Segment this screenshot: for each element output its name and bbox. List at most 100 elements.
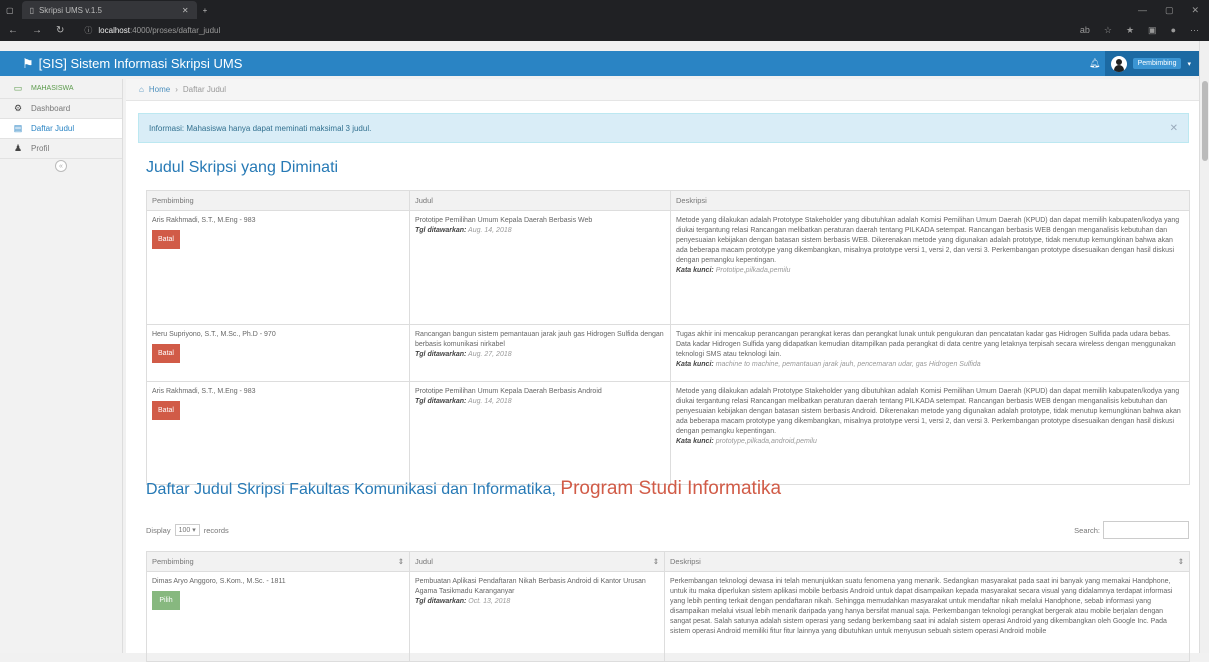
- sidebar-item-label: Daftar Judul: [31, 124, 75, 133]
- diminati-table: Pembimbing Judul Deskripsi Aris Rakhmadi…: [146, 190, 1190, 485]
- close-icon[interactable]: ✕: [1170, 123, 1178, 134]
- brand[interactable]: ⚑ [SIS] Sistem Informasi Skripsi UMS: [22, 56, 242, 72]
- pembimbing-name: Heru Supriyono, S.T., M.Sc., Ph.D - 970: [152, 331, 276, 338]
- records-per-page-select[interactable]: 100 ▾: [174, 524, 200, 536]
- search-label: Search:: [1074, 525, 1100, 535]
- navbar-right: 🔔︎ Pembimbing ▾: [1085, 51, 1199, 76]
- date-label: Tgl ditawarkan:: [415, 351, 467, 358]
- deskripsi-text: Perkembangan teknologi dewasa ini telah …: [670, 578, 1173, 635]
- keyword-label: Kata kunci:: [676, 438, 714, 445]
- date-label: Tgl ditawarkan:: [415, 598, 467, 605]
- minimize-icon[interactable]: —: [1138, 5, 1147, 16]
- deskripsi-text: Metode yang dilakukan adalah Prototype S…: [676, 217, 1180, 264]
- user-icon: ♟: [13, 143, 23, 153]
- column-header: Deskripsi: [670, 190, 1190, 211]
- column-header-deskripsi[interactable]: Deskripsi ⇕: [664, 551, 1190, 572]
- info-alert: Informasi: Mahasiswa hanya dapat meminat…: [138, 113, 1189, 143]
- batal-button[interactable]: Batal: [152, 401, 180, 420]
- column-header-label: Pembimbing: [152, 557, 194, 566]
- search-input[interactable]: [1103, 521, 1189, 539]
- sort-icon[interactable]: ⇕: [1178, 557, 1184, 566]
- read-aloud-icon[interactable]: ab: [1080, 25, 1090, 36]
- judul-text: Prototipe Pemilihan Umum Kepala Daerah B…: [415, 388, 602, 395]
- table-row: Heru Supriyono, S.T., M.Sc., Ph.D - 970 B…: [146, 324, 1190, 382]
- page-scrollbar[interactable]: [1199, 41, 1209, 653]
- profile-icon[interactable]: ●: [1171, 25, 1176, 36]
- forward-icon[interactable]: →: [32, 25, 42, 36]
- cell-deskripsi: Metode yang dilakukan adalah Prototype S…: [670, 381, 1190, 485]
- back-icon[interactable]: ←: [8, 25, 18, 36]
- keyword-label: Kata kunci:: [676, 361, 714, 368]
- sidebar-item-label: Dashboard: [31, 104, 71, 113]
- reload-icon[interactable]: ↻: [56, 25, 64, 36]
- sidebar-section-label: MAHASISWA: [31, 85, 74, 92]
- browser-tabrow: ▢ ▯ Skripsi UMS v.1.5 ✕ + — ▢ ✕: [0, 0, 1209, 20]
- date-value: Aug. 27, 2018: [468, 351, 512, 358]
- sidebar-item-daftar-judul[interactable]: ▤ Daftar Judul: [0, 119, 122, 139]
- table-header-row: Pembimbing ⇕ Judul ⇕ Deskripsi ⇕: [146, 551, 1190, 572]
- main-content: Informasi: Mahasiswa hanya dapat meminat…: [126, 101, 1199, 662]
- cell-deskripsi: Tugas akhir ini mencakup perancangan per…: [670, 324, 1190, 382]
- address-row: ← → ↻ ⓘ localhost:4000/proses/daftar_jud…: [0, 20, 1209, 41]
- app-navbar: ⚑ [SIS] Sistem Informasi Skripsi UMS 🔔︎ …: [0, 51, 1199, 76]
- sidebar-item-profil[interactable]: ♟ Profil: [0, 139, 122, 159]
- section-title-diminati: Judul Skripsi yang Diminati: [146, 159, 339, 176]
- sort-icon[interactable]: ⇕: [653, 557, 659, 566]
- program-studi-title: Program Studi Informatika: [560, 478, 782, 499]
- tab-strip-icon[interactable]: ▢: [6, 6, 14, 15]
- cell-judul: Pembuatan Aplikasi Pendaftaran Nikah Ber…: [409, 571, 665, 662]
- address-bar[interactable]: ⓘ localhost:4000/proses/daftar_judul: [84, 25, 220, 36]
- info-icon[interactable]: ⓘ: [84, 25, 92, 36]
- cell-pembimbing: Aris Rakhmadi, S.T., M.Eng - 983 Batal: [146, 381, 410, 485]
- user-menu[interactable]: Pembimbing ▾: [1104, 51, 1199, 76]
- date-label: Tgl ditawarkan:: [415, 398, 467, 405]
- keyword-value: machine to machine, pemantauan jarak jau…: [715, 361, 981, 368]
- column-header-judul[interactable]: Judul ⇕: [409, 551, 665, 572]
- favorites-icon[interactable]: ★: [1126, 25, 1134, 36]
- sidebar-item-dashboard[interactable]: ⚙ Dashboard: [0, 99, 122, 119]
- date-value: Aug. 14, 2018: [468, 398, 512, 405]
- breadcrumb-home[interactable]: Home: [149, 85, 170, 94]
- url-path: :4000/proses/daftar_judul: [129, 26, 221, 35]
- list-icon: ▤: [13, 123, 23, 133]
- batal-button[interactable]: Batal: [152, 344, 180, 363]
- display-label: Display: [146, 525, 171, 535]
- cell-pembimbing: Aris Rakhmadi, S.T., M.Eng - 983 Batal: [146, 210, 410, 325]
- url-host: localhost: [98, 26, 130, 35]
- column-header-label: Deskripsi: [670, 557, 701, 566]
- sidebar-collapse[interactable]: «: [0, 159, 122, 173]
- page-icon: ▯: [29, 5, 34, 15]
- avatar: [1110, 55, 1127, 72]
- breadcrumb-current: Daftar Judul: [182, 85, 226, 94]
- batal-button[interactable]: Batal: [152, 230, 180, 249]
- collections-icon[interactable]: ▣: [1148, 25, 1157, 36]
- datatable-controls: Display 100 ▾ records Search:: [146, 521, 1189, 539]
- new-tab-icon[interactable]: +: [203, 6, 208, 15]
- pembimbing-name: Aris Rakhmadi, S.T., M.Eng - 983: [152, 217, 256, 224]
- collapse-icon[interactable]: «: [55, 160, 67, 172]
- daftar-judul-table: Pembimbing ⇕ Judul ⇕ Deskripsi ⇕ Dimas Aryo…: [146, 551, 1190, 662]
- home-icon: ⌂: [139, 85, 144, 94]
- close-tab-icon[interactable]: ✕: [182, 6, 189, 15]
- maximize-icon[interactable]: ▢: [1165, 5, 1174, 16]
- bell-icon[interactable]: 🔔︎: [1085, 58, 1105, 69]
- close-window-icon[interactable]: ✕: [1191, 5, 1199, 16]
- browser-tab[interactable]: ▯ Skripsi UMS v.1.5 ✕: [21, 1, 197, 19]
- pilih-button[interactable]: Pilih: [152, 591, 180, 610]
- cell-pembimbing: Heru Supriyono, S.T., M.Sc., Ph.D - 970 B…: [146, 324, 410, 382]
- sidebar-section-mahasiswa[interactable]: ▭ MAHASISWA: [0, 79, 122, 99]
- brand-title: [SIS] Sistem Informasi Skripsi UMS: [38, 56, 243, 71]
- favorites-add-icon[interactable]: ☆: [1104, 25, 1112, 36]
- breadcrumb: ⌂ Home › Daftar Judul: [126, 79, 1199, 101]
- tab-title: Skripsi UMS v.1.5: [38, 5, 102, 15]
- judul-text: Prototipe Pemilihan Umum Kepala Daerah B…: [415, 217, 593, 224]
- browser-chrome: ▢ ▯ Skripsi UMS v.1.5 ✕ + — ▢ ✕ ← → ↻ ⓘ …: [0, 0, 1209, 41]
- judul-text: Pembuatan Aplikasi Pendaftaran Nikah Ber…: [415, 578, 646, 595]
- more-icon[interactable]: ⋯: [1190, 25, 1199, 36]
- table-row: Dimas Aryo Anggoro, S.Kom., M.Sc. - 1811…: [146, 571, 1190, 662]
- deskripsi-text: Tugas akhir ini mencakup perancangan per…: [676, 331, 1176, 358]
- cell-pembimbing: Dimas Aryo Anggoro, S.Kom., M.Sc. - 1811…: [146, 571, 410, 662]
- sort-icon[interactable]: ⇕: [398, 557, 404, 566]
- column-header-pembimbing[interactable]: Pembimbing ⇕: [146, 551, 410, 572]
- scrollbar-thumb[interactable]: [1202, 81, 1208, 161]
